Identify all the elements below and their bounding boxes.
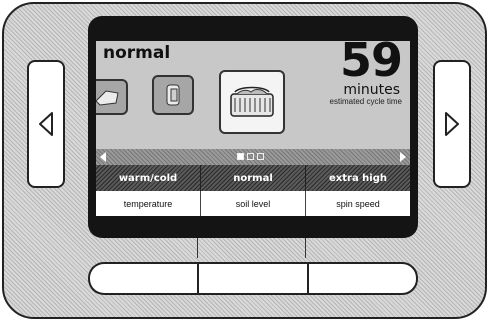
option-labels: temperature soil level spin speed [96,191,410,216]
spin-speed-button[interactable] [306,262,418,295]
cycle-tile-2[interactable] [152,75,194,115]
spin-speed-value: extra high [329,172,387,184]
divider [197,238,198,258]
temperature-value: warm/cold [96,165,201,191]
next-button[interactable] [433,60,471,188]
cycle-name: normal [103,43,171,63]
divider [305,238,306,258]
soil-level-value: normal [201,165,306,191]
display-screen: normal 59 minutes estimated cycle time w… [96,41,410,216]
left-triangle-icon [39,112,53,136]
pager-dot-active [237,153,244,160]
cycle-icon [166,84,180,106]
cycle-time-unit: minutes [343,82,400,98]
cycle-time-value: 59 [339,41,403,87]
option-button-bar [88,262,418,295]
cycle-tile-selected[interactable] [219,70,285,134]
cycle-icon [96,90,119,106]
cycle-pager [96,149,410,165]
cycle-tile-1[interactable] [96,79,128,115]
pager-left-arrow-icon [100,152,106,162]
right-triangle-icon [445,112,459,136]
cycle-time-caption: estimated cycle time [329,97,402,106]
previous-button[interactable] [27,60,65,188]
temperature-button[interactable] [88,262,198,295]
spin-speed-label: spin speed [336,198,380,209]
pager-right-arrow-icon [400,152,406,162]
pager-dot [257,153,264,160]
option-values: warm/cold normal extra high [96,165,410,191]
soil-level-label: soil level [201,191,306,216]
basket-icon [230,86,274,117]
pager-dot [247,153,254,160]
temperature-label: temperature [96,191,201,216]
soil-level-button[interactable] [197,262,307,295]
